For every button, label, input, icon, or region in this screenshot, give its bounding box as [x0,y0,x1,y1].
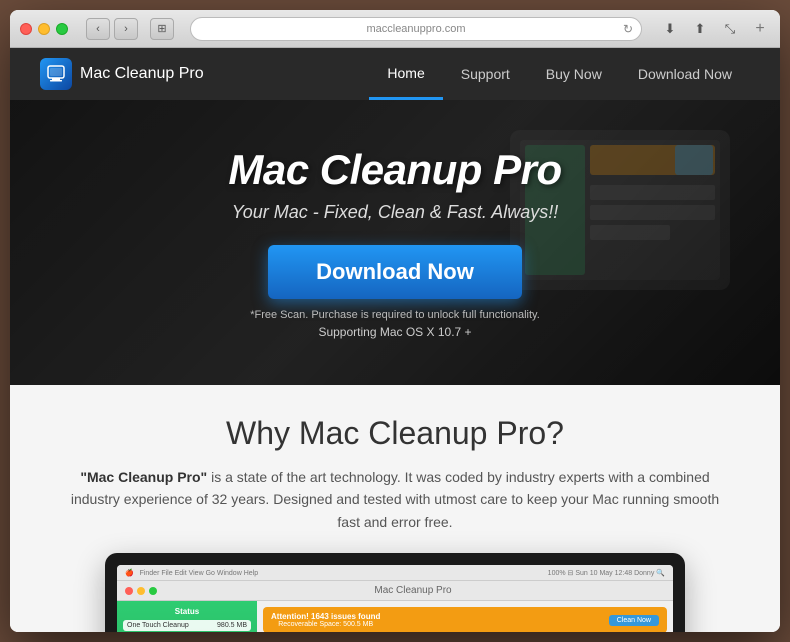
back-button[interactable]: ‹ [86,18,110,40]
why-description: "Mac Cleanup Pro" is a state of the art … [70,466,720,533]
mac-alert-text: Attention! 1643 issues found [271,612,380,621]
why-title: Why Mac Cleanup Pro? [70,415,720,452]
mac-minimize-dot [137,587,145,595]
mac-topbar-left: 🍎 Finder File Edit View Go Window Help [125,569,258,577]
nav-menu: Home Support Buy Now Download Now [369,48,750,100]
nav-item-download-now[interactable]: Download Now [620,48,750,100]
address-text: maccleanuppro.com [366,23,465,35]
site-navigation: Mac Cleanup Pro Home Support Buy Now Dow… [10,48,780,100]
expand-icon[interactable]: ⤡ [718,18,742,40]
nav-item-home[interactable]: Home [369,48,442,100]
hero-title: Mac Cleanup Pro [228,146,561,194]
nav-buttons: ‹ › [86,18,138,40]
mac-close-dot [125,587,133,595]
mac-display: 🍎 Finder File Edit View Go Window Help 1… [105,553,685,632]
close-button[interactable] [20,23,32,35]
toolbar-right: ⬇ ⬆ ⤡ [658,18,742,40]
window-expand-button[interactable]: ⊞ [150,18,174,40]
hero-subtitle: Your Mac - Fixed, Clean & Fast. Always!! [232,202,558,223]
browser-titlebar: ‹ › ⊞ maccleanuppro.com ↻ ⬇ ⬆ ⤡ + [10,10,780,48]
mac-topbar-right: 100% ⊟ Sun 10 May 12:48 Donny 🔍 [548,569,665,577]
mac-status-label: Status [123,607,251,616]
mac-main-area: Attention! 1643 issues found Recoverable… [257,601,673,632]
hero-support-text: Supporting Mac OS X 10.7 + [318,325,471,339]
hero-download-button[interactable]: Download Now [268,245,522,299]
download-icon[interactable]: ⬇ [658,18,682,40]
mac-screen-body: Status One Touch Cleanup 980.5 MB Cleane… [117,601,673,632]
minimize-button[interactable] [38,23,50,35]
mac-screen: 🍎 Finder File Edit View Go Window Help 1… [117,565,673,632]
mac-alert-bar: Attention! 1643 issues found Recoverable… [263,607,667,632]
mac-expand-dot [149,587,157,595]
mac-alert-content: Attention! 1643 issues found Recoverable… [271,612,380,628]
hero-content: Mac Cleanup Pro Your Mac - Fixed, Clean … [228,146,561,339]
why-brand-name: "Mac Cleanup Pro" [80,469,207,485]
reload-icon[interactable]: ↻ [623,22,633,36]
website: Mac Cleanup Pro Home Support Buy Now Dow… [10,48,780,632]
mac-recoverable-text: Recoverable Space: 500.5 MB [271,621,380,628]
why-section: Why Mac Cleanup Pro? "Mac Cleanup Pro" i… [10,385,780,632]
mac-sidebar-one-touch: One Touch Cleanup 980.5 MB [123,620,251,631]
mac-topbar-right-text: 100% ⊟ Sun 10 May 12:48 Donny 🔍 [548,569,665,577]
logo-icon [40,58,72,90]
hero-note: *Free Scan. Purchase is required to unlo… [250,309,540,321]
nav-item-support[interactable]: Support [443,48,528,100]
nav-item-buy-now[interactable]: Buy Now [528,48,620,100]
mac-window-title: Mac Cleanup Pro [161,585,665,596]
maximize-button[interactable] [56,23,68,35]
traffic-lights [20,23,68,35]
mac-screen-bar: Mac Cleanup Pro [117,581,673,601]
site-logo: Mac Cleanup Pro [40,58,204,90]
mac-sidebar: Status One Touch Cleanup 980.5 MB Cleane… [117,601,257,632]
mac-clean-button[interactable]: Clean Now [609,615,659,626]
browser-window: ‹ › ⊞ maccleanuppro.com ↻ ⬇ ⬆ ⤡ + [10,10,780,632]
hero-section: Mac Cleanup Pro Your Mac - Fixed, Clean … [10,100,780,385]
logo-text: Mac Cleanup Pro [80,65,204,83]
add-tab-button[interactable]: + [750,19,770,39]
address-bar[interactable]: maccleanuppro.com ↻ [190,17,642,41]
forward-button[interactable]: › [114,18,138,40]
share-icon[interactable]: ⬆ [688,18,712,40]
mac-topbar: 🍎 Finder File Edit View Go Window Help 1… [117,565,673,581]
